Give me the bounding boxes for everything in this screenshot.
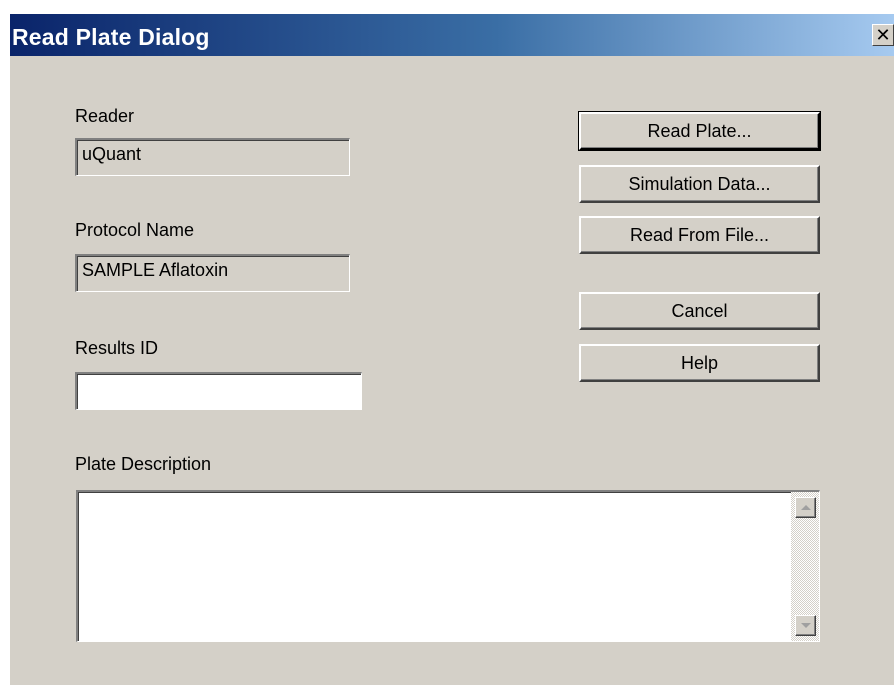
plate-description-label: Plate Description [75, 454, 212, 474]
scroll-down-arrow-icon[interactable] [795, 615, 816, 636]
results-id-label: Results ID [75, 338, 159, 358]
close-button[interactable]: ✕ [872, 24, 894, 46]
results-id-input[interactable] [75, 372, 362, 410]
read-plate-button[interactable]: Read Plate... [578, 111, 821, 151]
cancel-button[interactable]: Cancel [579, 292, 820, 330]
plate-description-textarea[interactable] [76, 490, 820, 642]
vertical-scrollbar[interactable] [791, 492, 819, 641]
scroll-up-arrow-icon[interactable] [795, 497, 816, 518]
read-plate-dialog: Read Plate Dialog ✕ Reader uQuant Protoc… [8, 12, 894, 685]
protocol-name-label: Protocol Name [75, 220, 195, 240]
close-icon: ✕ [875, 25, 891, 45]
reader-field: uQuant [75, 138, 350, 176]
reader-label: Reader [75, 106, 135, 126]
simulation-data-button[interactable]: Simulation Data... [579, 165, 820, 203]
help-button[interactable]: Help [579, 344, 820, 382]
protocol-name-field: SAMPLE Aflatoxin [75, 254, 350, 292]
dialog-title: Read Plate Dialog [12, 24, 210, 50]
title-bar[interactable]: Read Plate Dialog ✕ [10, 14, 894, 56]
read-from-file-button[interactable]: Read From File... [579, 216, 820, 254]
